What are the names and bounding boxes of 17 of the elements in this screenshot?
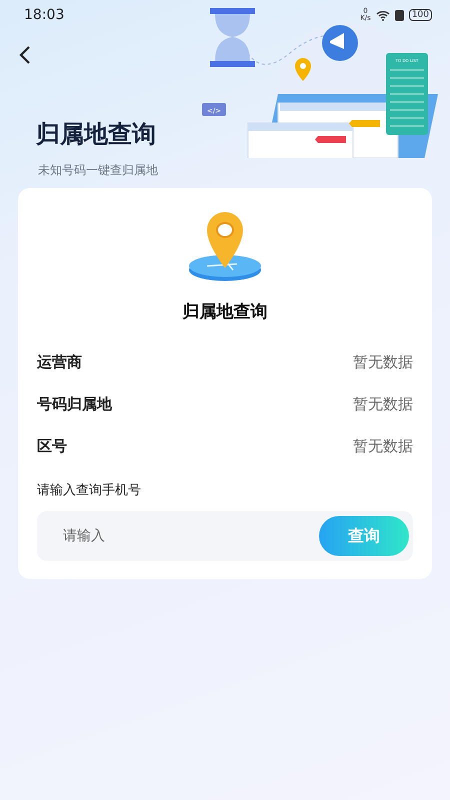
info-label: 号码归属地 — [37, 394, 112, 414]
battery-indicator: 100 — [408, 9, 432, 21]
info-label: 运营商 — [37, 352, 82, 372]
wifi-icon — [376, 10, 390, 20]
status-time: 18:03 — [24, 7, 64, 23]
page-title: 归属地查询 — [36, 119, 157, 150]
info-value: 暂无数据 — [353, 394, 413, 414]
card-title: 归属地查询 — [182, 301, 268, 323]
input-label: 请输入查询手机号 — [37, 482, 142, 499]
page-subtitle: 未知号码一键查归属地 — [38, 162, 159, 179]
sim-icon — [394, 10, 404, 20]
info-label: 区号 — [37, 436, 67, 456]
query-button[interactable]: 查询 — [319, 516, 409, 556]
phone-input-field[interactable]: 请输入 查询 — [37, 511, 413, 561]
info-value: 暂无数据 — [353, 352, 413, 372]
info-value: 暂无数据 — [353, 436, 413, 456]
back-button[interactable] — [18, 44, 32, 66]
